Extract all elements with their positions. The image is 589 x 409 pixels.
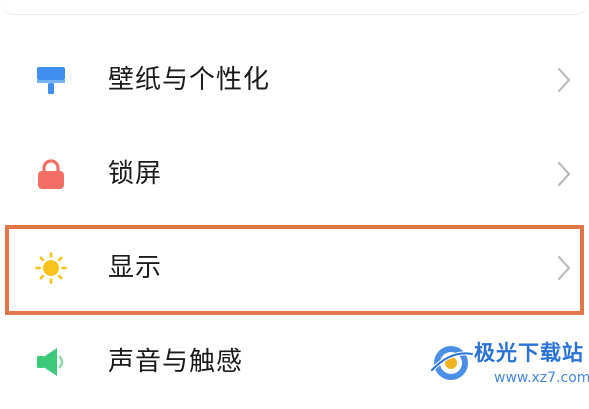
watermark-url: www.xz7.com (494, 370, 589, 386)
display-highlight-box (5, 225, 584, 315)
speaker-icon (35, 346, 67, 378)
settings-item-label: 锁屏 (108, 159, 163, 189)
watermark-logo-icon (428, 340, 474, 386)
watermark: 极光下载站 www.xz7.com (428, 336, 589, 392)
lock-icon (35, 158, 67, 190)
settings-item-lock-screen[interactable]: 锁屏 (0, 127, 589, 221)
settings-item-wallpaper[interactable]: 壁纸与个性化 (0, 33, 589, 127)
chevron-right-icon (556, 160, 572, 188)
wallpaper-brush-icon (35, 64, 67, 96)
settings-item-label: 声音与触感 (108, 347, 244, 377)
watermark-title: 极光下载站 (474, 341, 584, 365)
chevron-right-icon (556, 66, 572, 94)
previous-section-card-edge (0, 0, 589, 15)
settings-item-label: 壁纸与个性化 (108, 65, 271, 95)
